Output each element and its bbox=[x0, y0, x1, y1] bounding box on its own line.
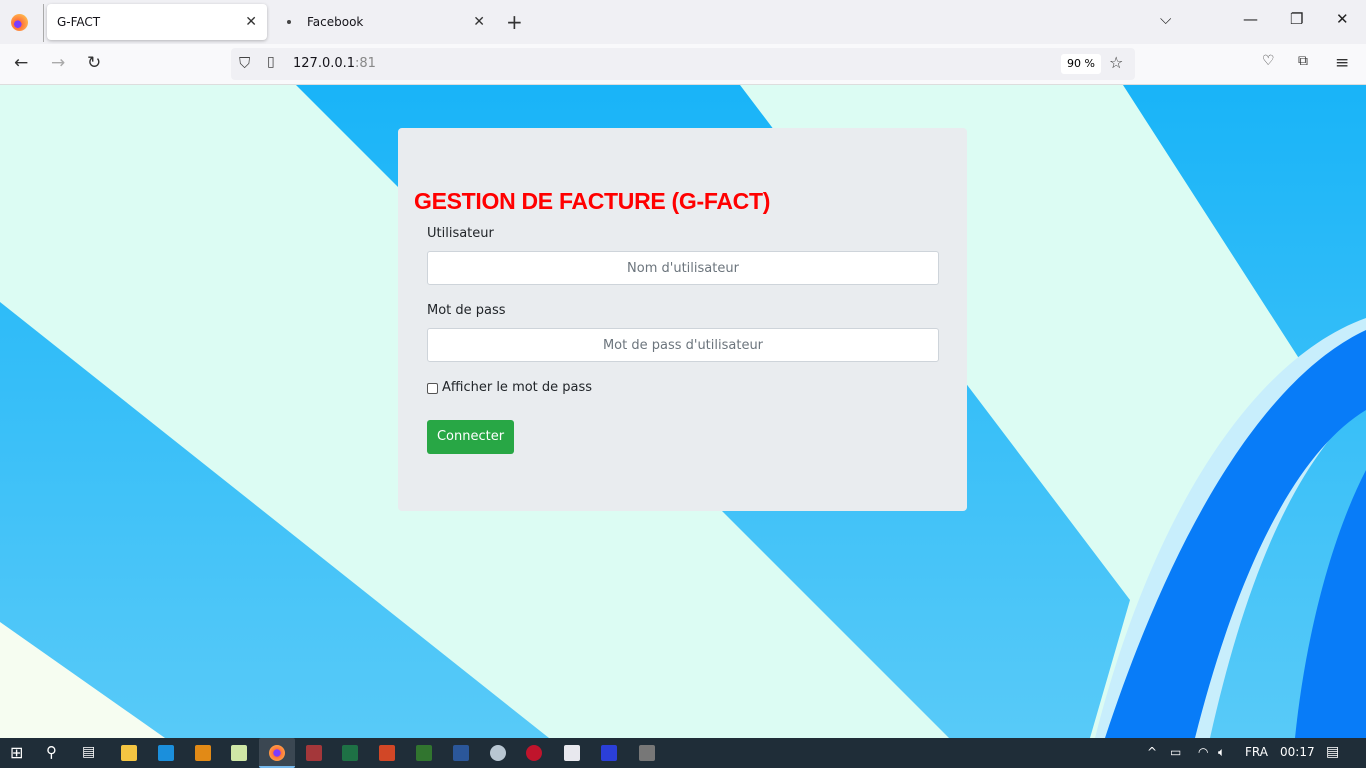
excel-icon[interactable] bbox=[342, 745, 358, 761]
forward-button[interactable]: → bbox=[51, 53, 65, 73]
project-icon[interactable] bbox=[416, 745, 432, 761]
tab-g-fact[interactable]: G-FACT ✕ bbox=[47, 4, 267, 40]
firefox-taskbar-button[interactable] bbox=[259, 738, 295, 768]
reload-button[interactable]: ↻ bbox=[87, 53, 101, 73]
wifi-icon[interactable]: ◠ bbox=[1198, 745, 1208, 759]
sublime-text-icon[interactable] bbox=[195, 745, 211, 761]
taskbar: ⊞ ⚲ ▤ ^ ▭ ◠ 🔈︎ FRA 00:17 ▤ bbox=[0, 738, 1366, 768]
volume-icon[interactable]: 🔈︎ bbox=[1218, 745, 1225, 760]
notifications-icon[interactable]: ▤ bbox=[1326, 744, 1339, 760]
pocket-icon[interactable]: ♡ bbox=[1262, 53, 1275, 69]
notepad-icon[interactable] bbox=[231, 745, 247, 761]
webcam-icon[interactable] bbox=[490, 745, 506, 761]
list-tabs-chevron-icon[interactable]: ⌵ bbox=[1160, 10, 1171, 28]
password-input[interactable]: Mot de pass d'utilisateur bbox=[427, 328, 939, 362]
vscode-icon[interactable] bbox=[158, 745, 174, 761]
show-password-label[interactable]: Afficher le mot de pass bbox=[442, 380, 592, 395]
page-title: GESTION DE FACTURE (G-FACT) bbox=[414, 188, 771, 214]
gimp-icon[interactable] bbox=[639, 745, 655, 761]
app-red-icon[interactable] bbox=[526, 745, 542, 761]
app-blue-icon[interactable] bbox=[601, 745, 617, 761]
divider bbox=[43, 4, 44, 42]
password-label: Mot de pass bbox=[427, 303, 506, 318]
windows-start-icon[interactable]: ⊞ bbox=[10, 743, 23, 762]
url-host: 127.0.0.1 bbox=[293, 56, 356, 71]
shield-icon[interactable]: ⛉ bbox=[239, 54, 250, 72]
search-icon[interactable]: ⚲ bbox=[46, 743, 57, 761]
page-content: GESTION DE FACTURE (G-FACT) Utilisateur … bbox=[0, 85, 1366, 738]
menu-icon[interactable]: ≡ bbox=[1335, 53, 1349, 73]
task-view-icon[interactable]: ▤ bbox=[82, 744, 95, 760]
tab-label: Facebook bbox=[307, 15, 364, 29]
back-button[interactable]: ← bbox=[14, 53, 28, 73]
firefox-icon bbox=[269, 745, 285, 761]
tab-label: G-FACT bbox=[57, 15, 101, 29]
minimize-button[interactable]: — bbox=[1243, 10, 1258, 28]
powerpoint-icon[interactable] bbox=[379, 745, 395, 761]
clock[interactable]: 00:17 bbox=[1280, 745, 1315, 759]
unread-dot-icon bbox=[287, 20, 291, 24]
firefox-icon[interactable] bbox=[11, 14, 28, 31]
bookmark-star-icon[interactable]: ☆ bbox=[1109, 53, 1123, 72]
word-icon[interactable] bbox=[453, 745, 469, 761]
close-tab-icon[interactable]: ✕ bbox=[245, 14, 257, 30]
login-card: GESTION DE FACTURE (G-FACT) Utilisateur … bbox=[398, 128, 967, 511]
paint-icon[interactable] bbox=[564, 745, 580, 761]
tab-facebook[interactable]: Facebook ✕ bbox=[277, 4, 495, 40]
close-tab-icon[interactable]: ✕ bbox=[473, 14, 485, 30]
access-icon[interactable] bbox=[306, 745, 322, 761]
file-explorer-icon[interactable] bbox=[121, 745, 137, 761]
navigation-bar: ← → ↻ ⛉ ▯ 127.0.0.1:81 90 % ☆ ♡ ⧉ ≡ bbox=[0, 44, 1366, 85]
extensions-icon[interactable]: ⧉ bbox=[1298, 53, 1308, 69]
battery-icon[interactable]: ▭ bbox=[1170, 745, 1181, 759]
page-icon: ▯ bbox=[267, 54, 275, 70]
url-text[interactable]: 127.0.0.1:81 bbox=[293, 56, 376, 71]
username-input[interactable]: Nom d'utilisateur bbox=[427, 251, 939, 285]
new-tab-button[interactable]: + bbox=[506, 10, 523, 34]
language-indicator[interactable]: FRA bbox=[1245, 745, 1268, 759]
zoom-level[interactable]: 90 % bbox=[1061, 54, 1101, 74]
show-hidden-icons-chevron[interactable]: ^ bbox=[1147, 745, 1157, 759]
url-port: :81 bbox=[355, 56, 376, 71]
address-bar[interactable]: ⛉ ▯ 127.0.0.1:81 90 % ☆ bbox=[231, 48, 1135, 80]
show-password-checkbox[interactable] bbox=[427, 383, 438, 394]
username-label: Utilisateur bbox=[427, 226, 494, 241]
tab-bar: G-FACT ✕ Facebook ✕ + ⌵ — ❐ ✕ bbox=[0, 0, 1366, 44]
connect-button[interactable]: Connecter bbox=[427, 420, 514, 454]
close-window-button[interactable]: ✕ bbox=[1336, 10, 1349, 28]
restore-button[interactable]: ❐ bbox=[1290, 10, 1303, 28]
